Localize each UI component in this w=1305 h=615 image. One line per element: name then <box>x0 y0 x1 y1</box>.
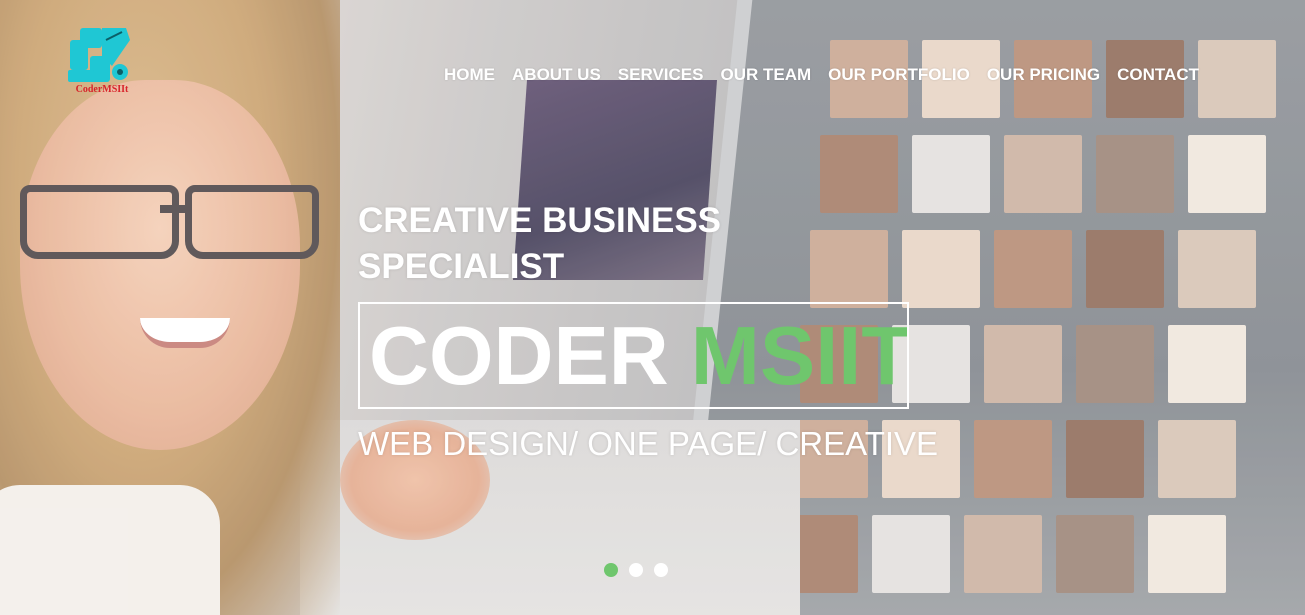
nav-item-services[interactable]: SERVICES <box>618 64 704 86</box>
slider-dot-2[interactable] <box>629 563 643 577</box>
logo-icon <box>68 28 130 82</box>
nav-item-contact[interactable]: CONTACT <box>1117 64 1199 86</box>
nav-item-our-portfolio[interactable]: OUR PORTFOLIO <box>828 64 970 86</box>
nav-item-our-pricing[interactable]: OUR PRICING <box>987 64 1100 86</box>
nav-item-about-us[interactable]: ABOUT US <box>512 64 601 86</box>
nav-item-home[interactable]: HOME <box>444 64 495 86</box>
nav-item-our-team[interactable]: OUR TEAM <box>720 64 811 86</box>
slider-pagination <box>604 563 668 577</box>
slide-title-main: CODER <box>369 308 669 402</box>
hero-slider: CoderMSIIt HOME ABOUT US SERVICES OUR TE… <box>0 0 1305 615</box>
site-logo[interactable]: CoderMSIIt <box>66 26 138 96</box>
slider-dot-1[interactable] <box>604 563 618 577</box>
slide-title-box: CODER MSIIT <box>358 302 909 409</box>
slide-title-accent: MSIIT <box>690 308 909 402</box>
slide-caption: CREATIVE BUSINESS SPECIALIST CODER MSIIT… <box>358 198 939 464</box>
slider-dot-3[interactable] <box>654 563 668 577</box>
logo-text: CoderMSIIt <box>75 84 129 95</box>
slide-kicker: CREATIVE BUSINESS SPECIALIST <box>358 201 722 286</box>
main-navigation: HOME ABOUT US SERVICES OUR TEAM OUR PORT… <box>444 64 1199 86</box>
slide-tagline: WEB DESIGN/ ONE PAGE/ CREATIVE <box>358 425 939 462</box>
